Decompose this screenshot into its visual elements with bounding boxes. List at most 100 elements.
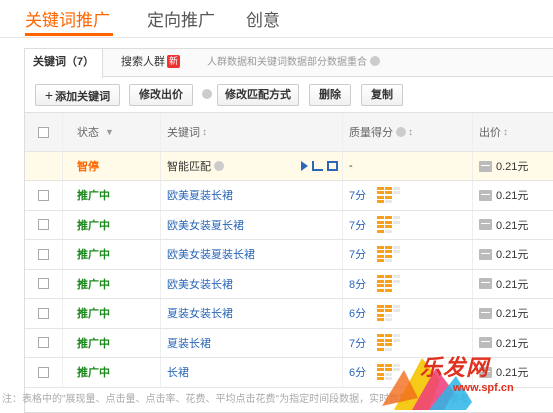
keyword-cell: 夏装长裙 — [161, 328, 343, 357]
checkbox-cell — [25, 299, 63, 328]
status-header-label: 状态 — [77, 127, 99, 139]
quality-bar-segment — [393, 191, 400, 195]
quality-bar-segment — [385, 200, 392, 204]
subtab-keywords[interactable]: 关键词（7） — [25, 49, 104, 78]
delete-button[interactable]: 删除 — [309, 84, 351, 106]
sort-icon[interactable]: ↕ — [408, 127, 413, 138]
keyword-link[interactable]: 欧美女装长裙 — [167, 276, 233, 292]
quality-bar-segment — [393, 279, 400, 283]
keyword-link[interactable]: 夏装女装长裙 — [167, 305, 233, 321]
keyword-cell: 长裙 — [161, 358, 343, 387]
bid-cell[interactable]: 0.21元 — [473, 299, 553, 328]
quality-bar — [377, 304, 419, 322]
subtab-search-crowd-label: 搜索人群 — [121, 56, 165, 68]
quality-bar-segment — [393, 220, 400, 224]
status-cell: 推广中 — [63, 358, 161, 387]
play-icon[interactable] — [301, 161, 308, 171]
bid-value: 0.21元 — [496, 249, 529, 262]
quality-bar-segment — [385, 245, 392, 249]
quality-bar-segment — [385, 309, 392, 313]
add-keyword-button[interactable]: + 添加关键词 — [35, 84, 120, 106]
tab-keyword-promotion[interactable]: 关键词推广 — [25, 6, 110, 31]
row-checkbox[interactable] — [38, 366, 49, 378]
quality-bar-segment — [377, 254, 384, 258]
tab-targeted-promotion[interactable]: 定向推广 — [147, 6, 215, 31]
watermark-url: www.spf.cn — [453, 382, 514, 394]
tab-creative[interactable]: 创意 — [246, 6, 280, 31]
bid-edit-icon[interactable] — [479, 189, 492, 201]
keyword-link[interactable]: 欧美女装夏装长裙 — [167, 246, 255, 262]
table-row: 推广中 欧美女装夏长裙 7分 0.21元 — [25, 210, 553, 240]
modify-match-button[interactable]: 修改匹配方式 — [217, 84, 299, 106]
keyword-link[interactable]: 夏装长裙 — [167, 335, 211, 351]
quality-bar-segment — [385, 250, 392, 254]
keyword-link[interactable]: 欧美女装夏长裙 — [167, 217, 244, 233]
table-row: 推广中 欧美女装长裙 8分 0.21元 — [25, 269, 553, 299]
subtab-hint-text: 人群数据和关键词数据部分数据重合 — [207, 57, 367, 68]
bid-cell[interactable]: 0.21元 — [473, 181, 553, 210]
bid-cell[interactable]: 0.21元 — [473, 270, 553, 299]
select-all-checkbox[interactable] — [38, 126, 49, 138]
quality-bar-segment — [377, 186, 384, 190]
bid-edit-icon[interactable] — [479, 248, 492, 260]
quality-bar-segment — [377, 279, 384, 283]
sub-tabs: 关键词（7） 搜索人群新 人群数据和关键词数据部分数据重合 — [25, 49, 553, 78]
quality-cell: 7分 — [343, 181, 473, 210]
row-checkbox[interactable] — [38, 337, 49, 349]
bid-edit-icon[interactable] — [479, 219, 492, 231]
bid-cell[interactable]: 0.21元 — [473, 211, 553, 240]
keyword-link[interactable]: 欧美夏装长裙 — [167, 187, 233, 203]
bid-edit-icon[interactable] — [479, 307, 492, 319]
info-icon[interactable] — [214, 161, 224, 171]
sort-icon[interactable]: ↕ — [503, 127, 508, 138]
row-checkbox[interactable] — [38, 248, 49, 260]
bid-cell[interactable]: 0.21元 — [473, 240, 553, 269]
quality-score[interactable]: 8分 — [349, 276, 377, 292]
quality-bar-segment — [377, 245, 384, 249]
report-icon[interactable] — [327, 161, 338, 171]
table-row: 推广中 欧美夏装长裙 7分 0.21元 — [25, 181, 553, 211]
quality-bar-segment — [385, 259, 392, 263]
quality-bar — [377, 216, 419, 233]
bid-edit-icon[interactable] — [479, 160, 492, 172]
quality-bar-segment — [377, 216, 384, 220]
keyword-header[interactable]: 关键词 ↕ — [161, 113, 343, 151]
quality-score[interactable]: 7分 — [349, 187, 377, 203]
quality-score[interactable]: 7分 — [349, 217, 377, 233]
chart-icon[interactable] — [312, 161, 323, 171]
quality-score[interactable]: 6分 — [349, 364, 377, 380]
bid-cell[interactable]: 0.21元 — [473, 152, 553, 180]
row-checkbox[interactable] — [38, 307, 49, 319]
row-checkbox[interactable] — [38, 189, 49, 201]
quality-score[interactable]: 7分 — [349, 246, 377, 262]
row-tools — [301, 161, 338, 171]
modify-bid-button[interactable]: 修改出价 — [129, 84, 193, 106]
info-icon[interactable] — [202, 89, 212, 99]
info-icon[interactable] — [396, 127, 406, 137]
checkbox-cell — [25, 269, 63, 298]
quality-score[interactable]: 7分 — [349, 335, 377, 351]
row-checkbox[interactable] — [38, 219, 49, 231]
quality-cell: - — [343, 152, 473, 180]
quality-bar-segment — [393, 275, 400, 279]
keyword-cell: 欧美女装夏装长裙 — [161, 240, 343, 269]
quality-bar-segment — [377, 288, 384, 292]
sort-icon[interactable]: ↕ — [202, 127, 207, 138]
bid-edit-icon[interactable] — [479, 278, 492, 290]
quality-bar-segment — [385, 225, 392, 229]
quality-header[interactable]: 质量得分 ↕ — [343, 113, 473, 151]
quality-bar-segment — [377, 220, 384, 224]
keyword-link[interactable]: 长裙 — [167, 364, 189, 380]
info-icon[interactable] — [370, 56, 380, 66]
copy-button[interactable]: 复制 — [361, 84, 403, 106]
status-cell: 推广中 — [63, 269, 161, 298]
quality-cell: 7分 — [343, 210, 473, 239]
bid-header[interactable]: 出价 ↕ — [473, 113, 553, 151]
subtab-search-crowd[interactable]: 搜索人群新 — [113, 49, 188, 77]
quality-score[interactable]: 6分 — [349, 305, 377, 321]
quality-bar-segment — [377, 250, 384, 254]
status-header[interactable]: 状态 ▼ — [63, 113, 161, 151]
quality-bar-segment — [385, 229, 392, 233]
caret-down-icon[interactable]: ▼ — [105, 127, 114, 137]
row-checkbox[interactable] — [38, 278, 49, 290]
